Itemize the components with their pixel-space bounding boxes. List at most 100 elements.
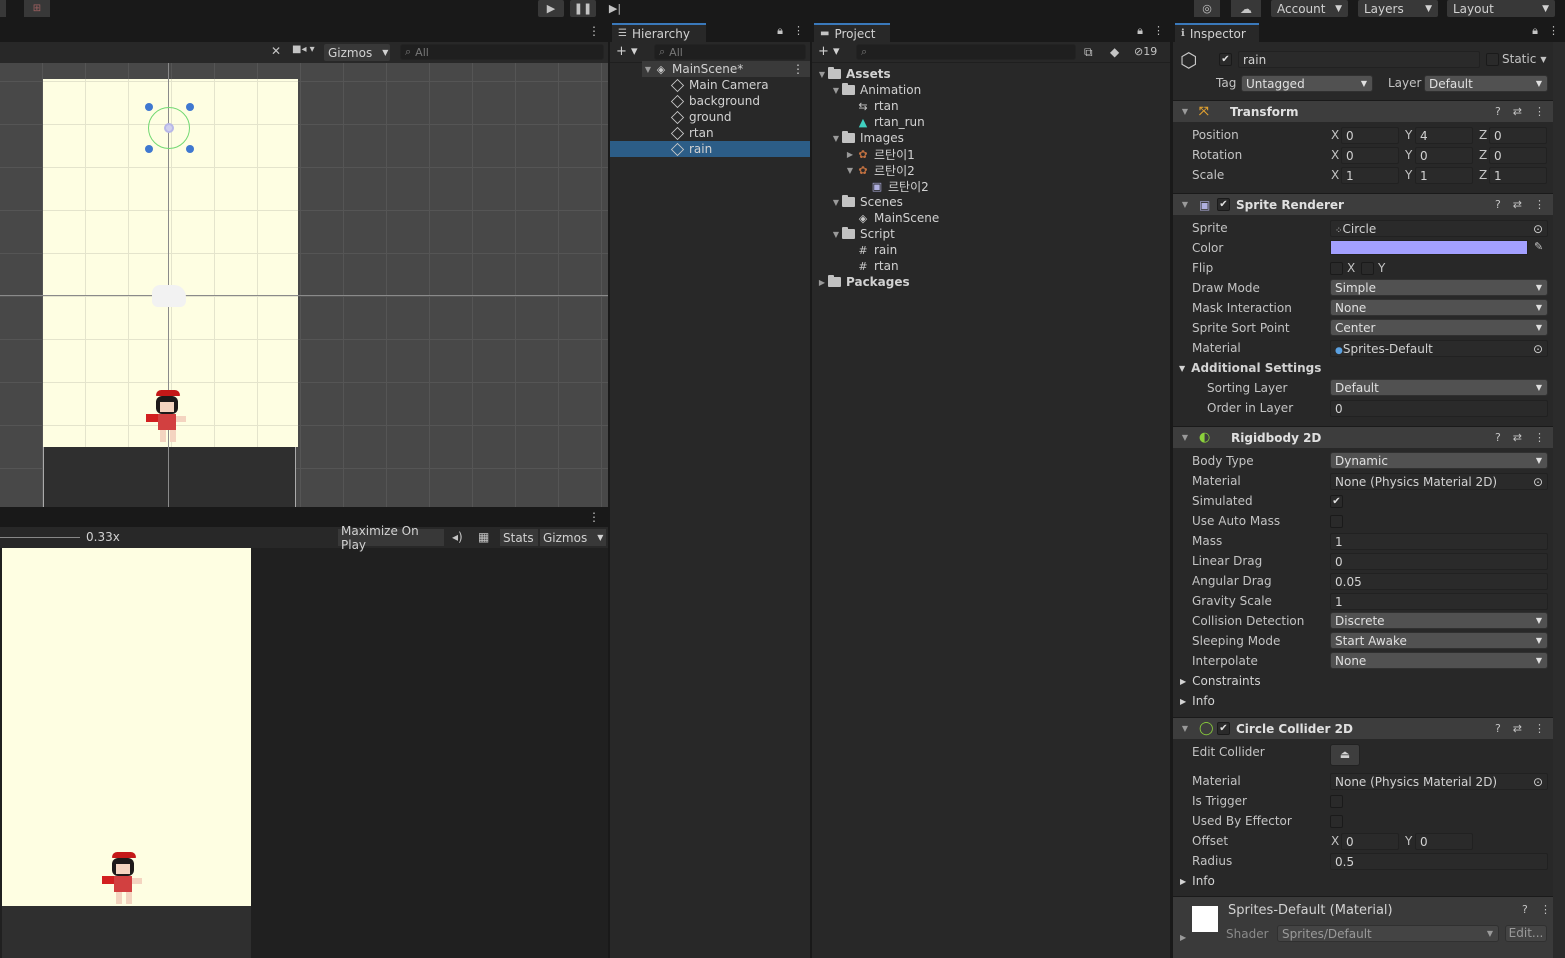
- step-button[interactable]: ▶|: [603, 0, 627, 17]
- project-folder-item[interactable]: ▼ Scenes: [830, 194, 903, 210]
- fold-arrow-icon[interactable]: ▼: [830, 230, 842, 239]
- rect-handle[interactable]: [186, 145, 194, 153]
- rotation-x-field[interactable]: 0: [1341, 147, 1399, 164]
- sorting-layer-dropdown[interactable]: Default ▼: [1330, 379, 1548, 396]
- tools-icon[interactable]: ✕: [266, 44, 286, 60]
- play-button[interactable]: ▶: [538, 0, 564, 17]
- more-icon[interactable]: ⋮: [1534, 105, 1545, 118]
- hierarchy-item[interactable]: rtan: [670, 125, 714, 141]
- ground-sprite[interactable]: [43, 447, 296, 507]
- more-icon[interactable]: ⋮: [1534, 431, 1545, 444]
- circle-collider-header[interactable]: ▼ ◯ ✔ Circle Collider 2D ? ⇄ ⋮: [1173, 717, 1553, 739]
- snap-icon[interactable]: ⊞: [24, 0, 50, 17]
- constraints-foldout[interactable]: ▶ Constraints: [1180, 672, 1261, 690]
- sort-point-dropdown[interactable]: Center ▼: [1330, 319, 1548, 336]
- hierarchy-item-selected[interactable]: rain: [610, 141, 810, 157]
- hierarchy-item[interactable]: Main Camera: [670, 77, 769, 93]
- fold-arrow-icon[interactable]: ▼: [830, 86, 842, 95]
- pause-button[interactable]: ❚❚: [570, 0, 596, 17]
- tab-project[interactable]: ▬ Project: [814, 23, 890, 42]
- fold-arrow-icon[interactable]: ▼: [642, 65, 654, 74]
- fold-arrow-icon[interactable]: ▶: [816, 278, 828, 287]
- project-asset-item[interactable]: ▲ rtan_run: [844, 114, 925, 130]
- lock-icon[interactable]: 🔒︎: [1532, 24, 1538, 38]
- fold-arrow-icon[interactable]: ▼: [844, 166, 856, 175]
- cloud-icon[interactable]: ☁: [1231, 0, 1261, 17]
- draw-mode-dropdown[interactable]: Simple ▼: [1330, 279, 1548, 296]
- project-asset-item[interactable]: ▣ 르탄이2: [858, 178, 929, 194]
- project-folder-item[interactable]: ▼ Script: [830, 226, 895, 242]
- collab-icon[interactable]: ◎: [1194, 0, 1220, 17]
- fold-arrow-icon[interactable]: ▼: [830, 134, 842, 143]
- lock-icon[interactable]: 🔒︎: [1137, 24, 1143, 38]
- transform-header[interactable]: ▼ ⤧ Transform ? ⇄ ⋮: [1173, 100, 1553, 122]
- hidden-packages-toggle[interactable]: ⊘19: [1134, 45, 1157, 58]
- more-icon[interactable]: ⋮: [793, 24, 804, 38]
- scene-view[interactable]: ⋮ ✕ ■◂ ▾ Gizmos ▼ ⌕ All: [0, 21, 608, 507]
- scene-root-item[interactable]: ▼ ◈ MainScene* ⋮: [642, 61, 810, 77]
- scrollbar[interactable]: [1553, 42, 1565, 958]
- filter-type-icon[interactable]: ⧉: [1084, 45, 1093, 60]
- mute-audio-icon[interactable]: ◂): [452, 530, 463, 544]
- rect-handle[interactable]: [145, 145, 153, 153]
- position-x-field[interactable]: 0: [1341, 127, 1399, 144]
- game-gizmos-dropdown[interactable]: Gizmos ▼: [540, 529, 606, 546]
- more-icon[interactable]: ⋮: [1540, 903, 1551, 916]
- layers-dropdown[interactable]: Layers ▼: [1358, 0, 1438, 17]
- help-icon[interactable]: ?: [1495, 722, 1501, 735]
- project-folder-item[interactable]: ▼ Animation: [830, 82, 921, 98]
- scale-z-field[interactable]: 1: [1489, 167, 1547, 184]
- additional-settings-foldout[interactable]: ▼ Additional Settings: [1179, 359, 1321, 377]
- fold-arrow-icon[interactable]: ▼: [816, 70, 828, 79]
- collision-detection-dropdown[interactable]: Discrete ▼: [1330, 612, 1548, 629]
- order-in-layer-field[interactable]: 0: [1330, 400, 1548, 417]
- mask-interaction-dropdown[interactable]: None ▼: [1330, 299, 1548, 316]
- rotation-y-field[interactable]: 0: [1415, 147, 1473, 164]
- shader-dropdown[interactable]: Sprites/Default ▼: [1277, 925, 1499, 942]
- rect-handle[interactable]: [145, 103, 153, 111]
- keyboard-icon[interactable]: ▦: [478, 530, 489, 544]
- object-name-field[interactable]: rain: [1238, 51, 1480, 68]
- project-asset-item[interactable]: ▶ ✿ 르탄이1: [844, 146, 915, 162]
- rtan-character-icon[interactable]: [146, 388, 190, 446]
- scene-search-input[interactable]: ⌕ All: [400, 44, 604, 60]
- lock-icon[interactable]: 🔒︎: [777, 24, 783, 38]
- help-icon[interactable]: ?: [1495, 105, 1501, 118]
- pivot-handle[interactable]: [164, 123, 174, 133]
- hierarchy-search-input[interactable]: ⌕ All: [654, 44, 806, 60]
- scale-x-field[interactable]: 1: [1341, 167, 1399, 184]
- help-icon[interactable]: ?: [1495, 198, 1501, 211]
- create-button[interactable]: + ▾: [818, 44, 840, 59]
- interpolate-dropdown[interactable]: None ▼: [1330, 652, 1548, 669]
- more-icon[interactable]: ⋮: [1153, 24, 1164, 38]
- preset-icon[interactable]: ⇄: [1513, 722, 1522, 735]
- rect-handle[interactable]: [186, 103, 194, 111]
- account-dropdown[interactable]: Account ▼: [1271, 0, 1348, 17]
- component-enabled-checkbox[interactable]: ✔: [1217, 198, 1230, 211]
- object-picker-icon[interactable]: ⊙: [1533, 222, 1543, 236]
- label-icon[interactable]: ◆: [1110, 45, 1119, 59]
- project-folder-item[interactable]: ▶ Packages: [816, 274, 910, 290]
- body-type-dropdown[interactable]: Dynamic ▼: [1330, 452, 1548, 469]
- project-asset-item[interactable]: ▼ ✿ 르탄이2: [844, 162, 915, 178]
- fold-arrow-icon[interactable]: ▶: [1180, 933, 1186, 942]
- hierarchy-item[interactable]: ground: [670, 109, 731, 125]
- sleeping-mode-dropdown[interactable]: Start Awake ▼: [1330, 632, 1548, 649]
- simulated-checkbox[interactable]: ✔: [1330, 495, 1343, 508]
- help-icon[interactable]: ?: [1522, 903, 1528, 916]
- scene-grid[interactable]: [0, 63, 608, 507]
- fold-arrow-icon[interactable]: ▼: [1179, 724, 1191, 733]
- project-asset-item[interactable]: ⇆ rtan: [844, 98, 898, 114]
- static-checkbox[interactable]: [1486, 53, 1499, 66]
- offset-y-field[interactable]: 0: [1415, 833, 1473, 850]
- gravity-scale-field[interactable]: 1: [1330, 593, 1548, 610]
- material-field[interactable]: ●Sprites-Default ⊙: [1330, 340, 1548, 357]
- color-swatch[interactable]: [1330, 240, 1528, 255]
- position-y-field[interactable]: 4: [1415, 127, 1473, 144]
- tag-dropdown[interactable]: Untagged ▼: [1241, 75, 1373, 92]
- maximize-on-play-toggle[interactable]: Maximize On Play: [338, 524, 444, 552]
- object-picker-icon[interactable]: ⊙: [1533, 475, 1543, 489]
- more-icon[interactable]: ⋮: [792, 62, 804, 76]
- mass-field[interactable]: 1: [1330, 533, 1548, 550]
- fold-arrow-icon[interactable]: ▼: [1179, 107, 1191, 116]
